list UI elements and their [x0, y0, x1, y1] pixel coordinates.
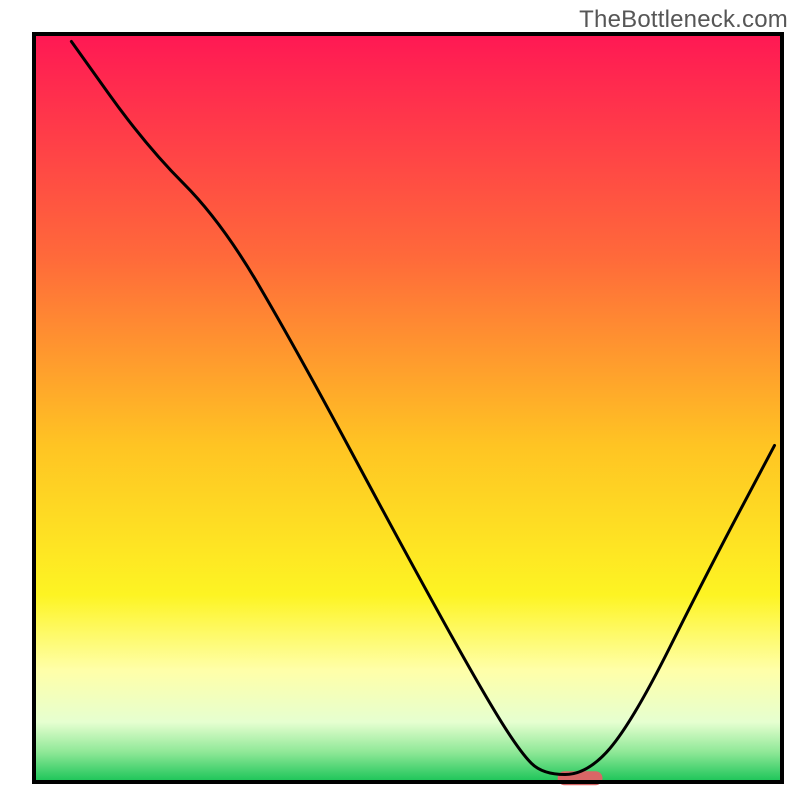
watermark-text: TheBottleneck.com [579, 6, 788, 34]
plot-area [34, 34, 782, 785]
chart-container: TheBottleneck.com [0, 0, 800, 800]
chart-svg [0, 0, 800, 800]
gradient-background [34, 34, 782, 782]
